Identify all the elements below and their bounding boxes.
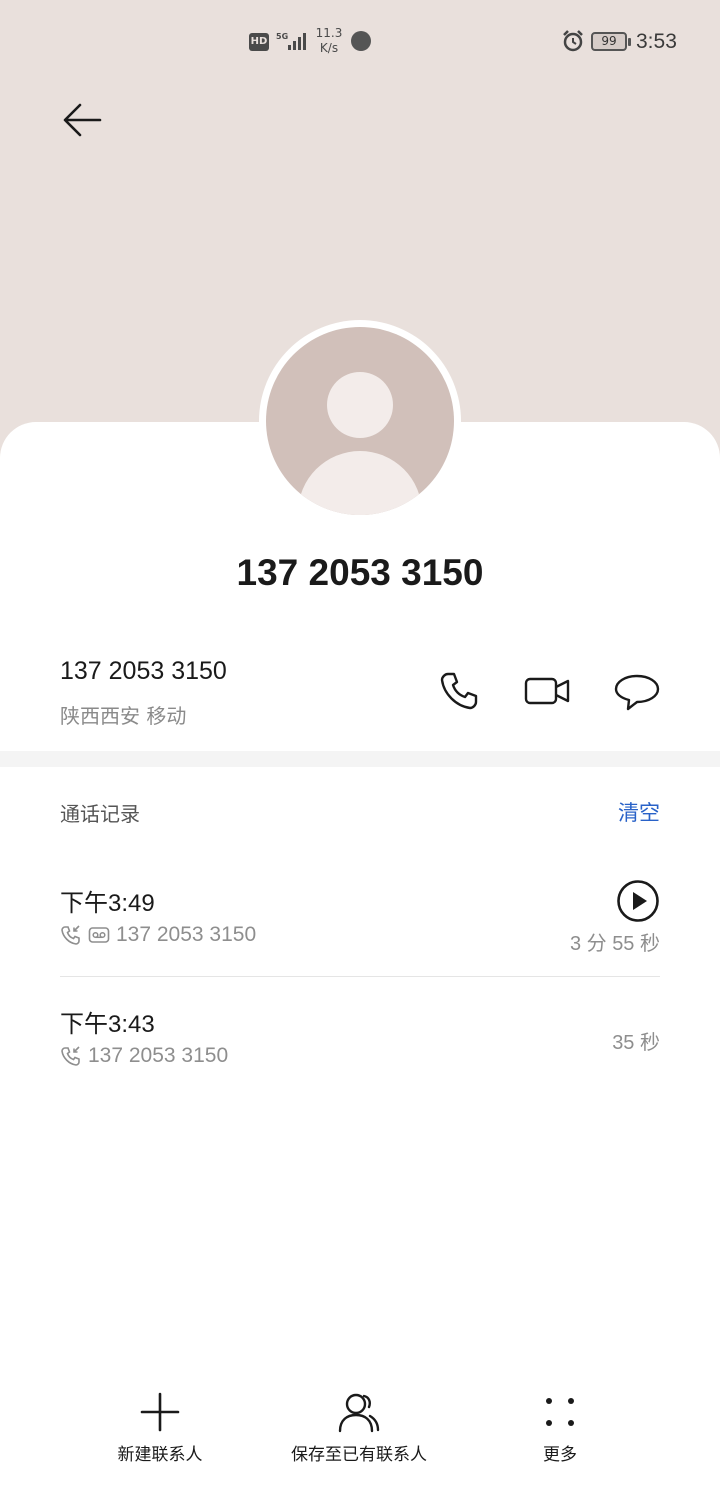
avatar[interactable] bbox=[266, 327, 454, 515]
page-title: 137 2053 3150 bbox=[236, 552, 484, 593]
status-bar: HD 5G 11.3 K/s 99 3:53 bbox=[0, 0, 720, 84]
bottom-action-bar: 新建联系人 保存至已有联系人 更多 bbox=[0, 1390, 720, 1485]
save-to-existing-label: 保存至已有联系人 bbox=[291, 1445, 427, 1465]
call-time: 下午3:49 bbox=[60, 890, 155, 917]
status-time: 3:53 bbox=[636, 30, 677, 53]
call-detail: 137 2053 3150 bbox=[60, 923, 256, 947]
more-dots-icon bbox=[546, 1398, 574, 1426]
network-speed-unit: K/s bbox=[319, 41, 339, 55]
call-duration: 35 秒 bbox=[612, 1032, 660, 1054]
plus-icon bbox=[140, 1392, 180, 1432]
message-icon[interactable] bbox=[614, 668, 660, 714]
call-duration: 3 分 55 秒 bbox=[569, 933, 660, 955]
call-log-title: 通话记录 bbox=[60, 802, 140, 826]
play-icon[interactable] bbox=[616, 879, 660, 923]
call-detail: 137 2053 3150 bbox=[60, 1044, 228, 1068]
number-location: 陕西西安 移动 bbox=[60, 704, 187, 728]
voice-assistant-icon bbox=[351, 31, 371, 51]
call-number: 137 2053 3150 bbox=[116, 923, 257, 946]
network-type-label: 5G bbox=[276, 32, 288, 41]
hd-indicator: HD bbox=[249, 33, 269, 51]
network-speed-value: 11.3 bbox=[315, 26, 343, 40]
avatar-head bbox=[327, 372, 393, 438]
section-divider bbox=[0, 751, 720, 767]
person-icon bbox=[338, 1393, 380, 1433]
video-icon[interactable] bbox=[524, 668, 570, 714]
signal-icon: 5G bbox=[276, 32, 306, 50]
avatar-body bbox=[298, 451, 422, 515]
save-to-existing-button[interactable]: 保存至已有联系人 bbox=[259, 1390, 459, 1465]
incoming-call-icon bbox=[61, 1046, 80, 1066]
call-time: 下午3:43 bbox=[60, 1011, 155, 1038]
more-label: 更多 bbox=[543, 1445, 577, 1465]
alarm-icon bbox=[563, 30, 583, 52]
battery-indicator: 99 bbox=[591, 32, 631, 51]
incoming-call-icon bbox=[61, 925, 80, 945]
network-speed: 11.3 K/s bbox=[312, 26, 346, 56]
more-button[interactable]: 更多 bbox=[460, 1390, 660, 1465]
phone-icon[interactable] bbox=[436, 668, 482, 714]
new-contact-button[interactable]: 新建联系人 bbox=[60, 1390, 260, 1465]
clear-call-log-button[interactable]: 清空 bbox=[618, 797, 660, 827]
phone-number[interactable]: 137 2053 3150 bbox=[60, 657, 227, 686]
call-number: 137 2053 3150 bbox=[88, 1044, 229, 1067]
call-log-row[interactable]: 下午3:43 137 2053 3150 35 秒 bbox=[60, 996, 660, 1106]
call-log-row[interactable]: 下午3:49 137 2053 3150 3 分 55 秒 bbox=[60, 875, 660, 977]
back-arrow-icon[interactable] bbox=[56, 94, 108, 146]
new-contact-label: 新建联系人 bbox=[117, 1445, 203, 1465]
voicemail-icon bbox=[88, 927, 110, 943]
